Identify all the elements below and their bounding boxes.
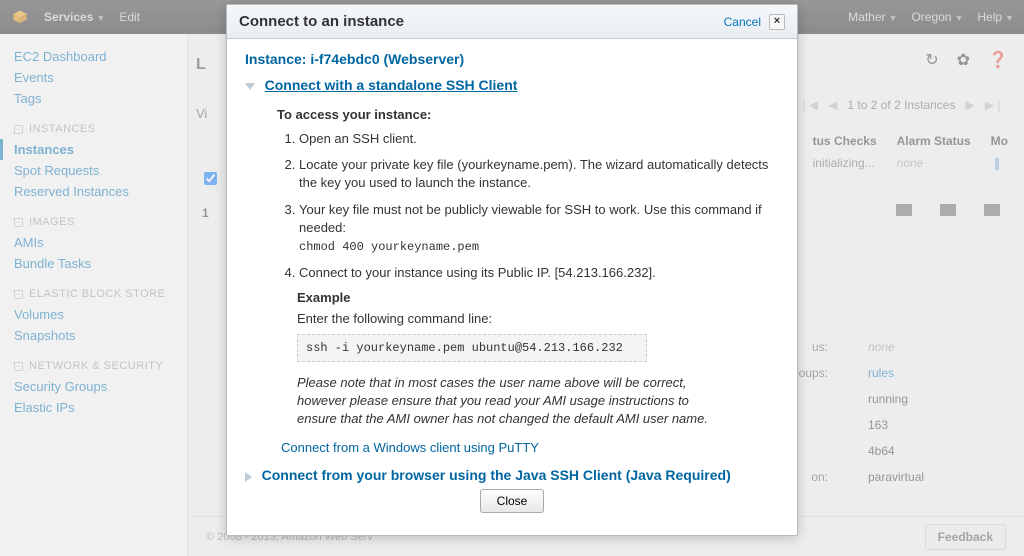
modal-titlebar: Connect to an instance Cancel × [227,5,797,39]
close-icon[interactable]: × [769,14,785,30]
instance-id: i-f74ebdc0 (Webserver) [310,51,464,67]
step-2: Locate your private key file (yourkeynam… [299,156,779,192]
step-4: Connect to your instance using its Publi… [299,264,779,282]
triangle-down-icon [245,83,255,90]
step-1: Open an SSH client. [299,130,779,148]
example-heading: Example [297,290,779,305]
instance-label: Instance: [245,51,306,67]
putty-link[interactable]: Connect from a Windows client using PuTT… [281,440,779,455]
connect-modal: Connect to an instance Cancel × Instance… [226,4,798,536]
expand-ssh-client[interactable]: Connect with a standalone SSH Client [245,77,779,93]
username-note: Please note that in most cases the user … [297,374,727,429]
ssh-command: ssh -i yourkeyname.pem ubuntu@54.213.166… [297,334,647,362]
triangle-right-icon [245,472,252,482]
enter-text: Enter the following command line: [297,311,779,326]
step-3: Your key file must not be publicly viewa… [299,201,779,256]
expand-java-client[interactable]: Connect from your browser using the Java… [245,467,779,483]
steps-list: Open an SSH client. Locate your private … [299,130,779,282]
access-heading: To access your instance: [277,107,779,122]
cancel-link[interactable]: Cancel [724,15,761,29]
close-button[interactable]: Close [480,489,545,513]
modal-title: Connect to an instance [239,13,404,30]
